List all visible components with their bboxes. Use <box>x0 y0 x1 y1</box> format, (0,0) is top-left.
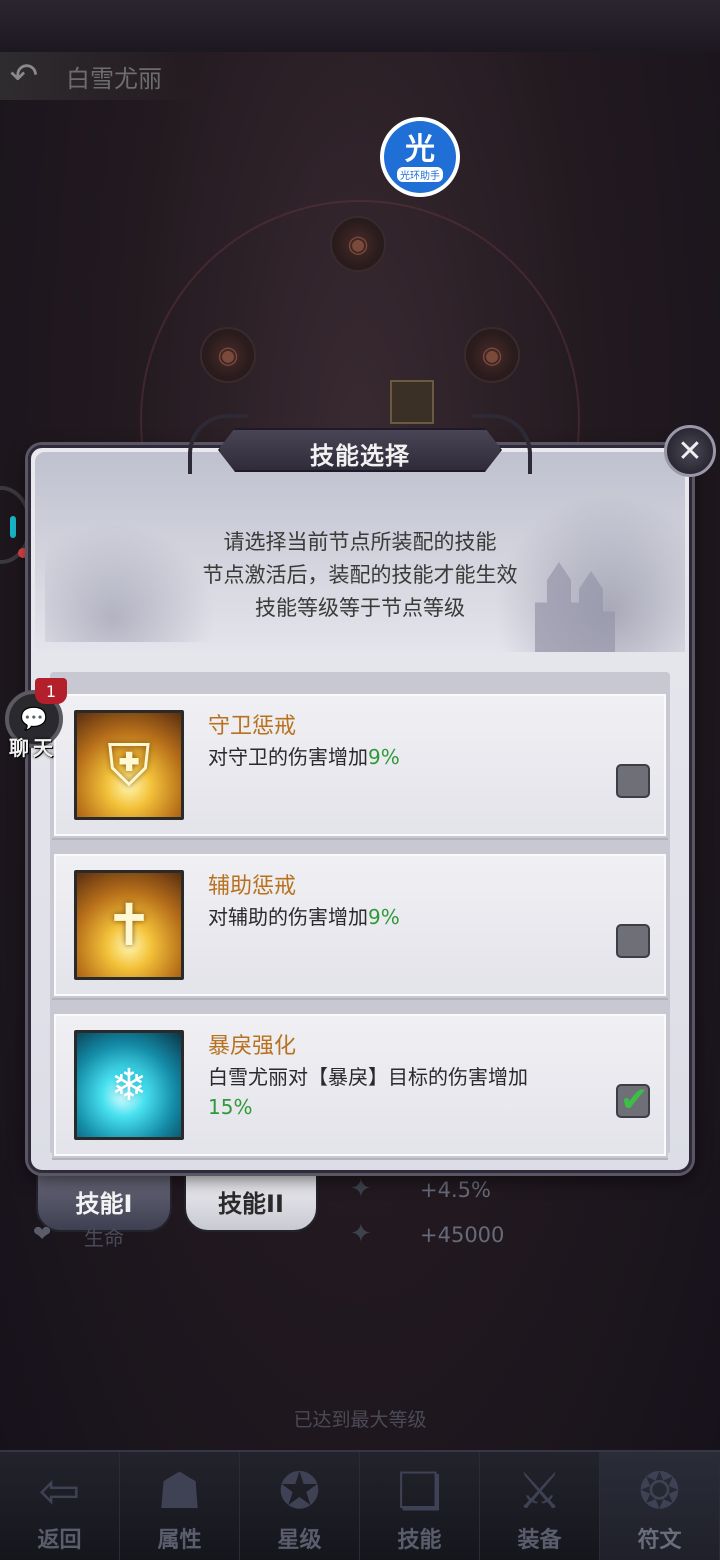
header-back-bar[interactable]: ↶ 白雪尤丽 <box>0 52 200 100</box>
skill-name: 暴戾强化 <box>208 1034 297 1059</box>
nav-star-level[interactable]: ✪ 星级 <box>240 1452 360 1560</box>
back-arrow-icon[interactable]: ↶ <box>0 52 48 100</box>
skill-percent: 15% <box>208 1095 253 1119</box>
top-bar <box>0 0 720 52</box>
stat-value-2: +45000 <box>420 1223 505 1247</box>
skill-checkbox[interactable] <box>616 924 650 958</box>
skill-checkbox-checked[interactable]: ✔ <box>616 1080 650 1120</box>
nav-attributes[interactable]: ☗ 属性 <box>120 1452 240 1560</box>
watermark-logo-text: 光环助手 <box>397 166 443 182</box>
scroll-icon: ❏ <box>397 1462 442 1520</box>
star-icon: ✦ <box>350 1219 372 1249</box>
star-icon: ✦ <box>350 1174 372 1204</box>
nav-label: 星级 <box>277 1528 322 1553</box>
skill-description: 白雪尤丽对【暴戾】目标的伤害增加 15% <box>208 1062 628 1122</box>
skill-card-support-punish[interactable]: ✝ 辅助惩戒 对辅助的伤害增加9% <box>52 852 668 998</box>
tab-skill-1-label: 技能I <box>75 1189 133 1218</box>
watermark-logo-glyph: 光 <box>405 131 435 167</box>
skill-description-text: 对辅助的伤害增加 <box>208 905 368 929</box>
skill-description-text: 白雪尤丽对【暴戾】目标的伤害增加 <box>208 1065 528 1089</box>
dialog-description-line: 技能等级等于节点等级 <box>255 596 465 620</box>
cross-glyph-icon: ✝ <box>104 891 154 959</box>
nav-label: 返回 <box>37 1528 82 1553</box>
heart-icon: ❤ <box>33 1222 52 1247</box>
rune-icon: ❂ <box>638 1462 681 1520</box>
skill-name: 辅助惩戒 <box>208 874 297 899</box>
nav-return[interactable]: ⇦ 返回 <box>0 1452 120 1560</box>
dialog-title-banner: 技能选择 <box>188 414 532 482</box>
snowflake-glyph-icon: ❄ <box>110 1059 148 1111</box>
cross-icon: ✝ <box>74 870 184 980</box>
crossed-swords-icon: ⚔ <box>517 1462 562 1520</box>
skill-card-fury-enhance[interactable]: ❄ 暴戾强化 白雪尤丽对【暴戾】目标的伤害增加 15% ✔ <box>52 1012 668 1158</box>
max-level-text: 已达到最大等级 <box>293 1409 427 1431</box>
shield-icon: ⛨ <box>74 710 184 820</box>
nav-label: 符文 <box>637 1528 682 1553</box>
dialog-title: 技能选择 <box>310 442 410 470</box>
nav-label: 属性 <box>157 1528 202 1553</box>
notification-dot <box>18 548 28 558</box>
skill-card-guard-punish[interactable]: ⛨ 守卫惩戒 对守卫的伤害增加9% <box>52 692 668 838</box>
eye-node-icon[interactable]: ◉ <box>200 327 256 383</box>
check-icon: ✔ <box>620 1080 649 1120</box>
hooded-figure-icon: ☗ <box>157 1462 202 1520</box>
bottom-nav: ⇦ 返回 ☗ 属性 ✪ 星级 ❏ 技能 ⚔ 装备 ❂ 符文 <box>0 1450 720 1560</box>
nav-label: 技能 <box>397 1528 442 1553</box>
chat-button[interactable]: 💬 1 聊天 <box>5 678 67 760</box>
eye-node-icon[interactable]: ◉ <box>464 327 520 383</box>
nav-equipment[interactable]: ⚔ 装备 <box>480 1452 600 1560</box>
chat-badge: 1 <box>35 678 67 704</box>
skill-description: 对辅助的伤害增加9% <box>208 902 628 932</box>
star-badge-icon: ✪ <box>278 1462 321 1520</box>
dialog-description-line: 请选择当前节点所装配的技能 <box>223 530 497 554</box>
nav-skills[interactable]: ❏ 技能 <box>360 1452 480 1560</box>
skill-description-text: 对守卫的伤害增加 <box>208 745 368 769</box>
return-icon: ⇦ <box>38 1462 81 1520</box>
skill-checkbox[interactable] <box>616 764 650 798</box>
character-name: 白雪尤丽 <box>66 64 162 93</box>
chat-label: 聊天 <box>9 736 57 760</box>
shield-glyph-icon: ⛨ <box>107 730 151 799</box>
eye-node-icon[interactable]: ◉ <box>330 216 386 272</box>
side-indicator-bar <box>10 516 16 538</box>
stat-label-hp: 生命 <box>84 1226 124 1250</box>
skill-percent: 9% <box>368 745 400 769</box>
skill-percent: 9% <box>368 905 400 929</box>
close-icon[interactable]: ✕ <box>664 425 716 477</box>
watermark-logo: 光 光环助手 <box>380 117 460 197</box>
stat-value-1: +4.5% <box>420 1178 491 1202</box>
skill-name: 守卫惩戒 <box>208 714 297 739</box>
skill-description: 对守卫的伤害增加9% <box>208 742 628 772</box>
dialog-description-line: 节点激活后，装配的技能才能生效 <box>202 563 518 587</box>
nav-label: 装备 <box>517 1528 562 1553</box>
tab-skill-2[interactable]: 技能II <box>184 1170 318 1232</box>
tab-skill-2-label: 技能II <box>218 1189 284 1218</box>
nav-runes[interactable]: ❂ 符文 <box>600 1452 720 1560</box>
snowflake-icon: ❄ <box>74 1030 184 1140</box>
